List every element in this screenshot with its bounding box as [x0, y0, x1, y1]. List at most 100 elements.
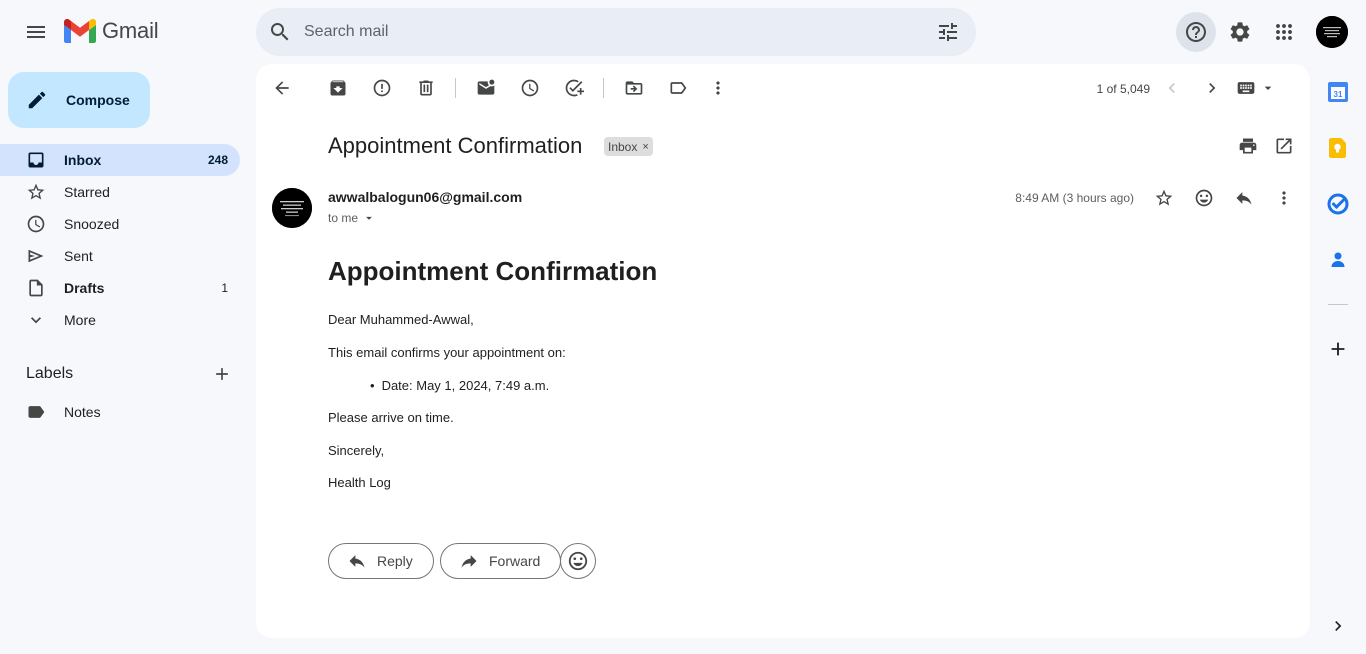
search-icon — [271, 23, 289, 41]
draft-count: 1 — [221, 281, 228, 295]
body-list-item: • Date: May 1, 2024, 7:49 a.m. — [370, 378, 549, 393]
report-icon — [373, 79, 391, 97]
compose-label: Compose — [66, 92, 130, 108]
move-to-button[interactable] — [618, 72, 650, 104]
search-input[interactable] — [304, 23, 924, 41]
snooze-button[interactable] — [514, 72, 546, 104]
archive-button[interactable] — [322, 72, 354, 104]
keep-app-button[interactable] — [1326, 136, 1350, 160]
contacts-app-button[interactable] — [1326, 248, 1350, 272]
sidebar-item-more[interactable]: More — [0, 304, 240, 336]
draft-icon — [26, 278, 46, 298]
body-signature: Health Log — [328, 475, 391, 490]
avatar-image — [272, 188, 312, 228]
add-to-tasks-button[interactable] — [558, 72, 590, 104]
settings-button[interactable] — [1220, 12, 1260, 52]
recipient-text: to me — [328, 211, 359, 225]
recipient-details-toggle[interactable]: to me — [328, 211, 376, 225]
message-more-button[interactable] — [1268, 182, 1300, 214]
toolbar-divider — [455, 78, 456, 98]
reply-button[interactable] — [1228, 182, 1260, 214]
chevron-down-icon — [26, 310, 46, 330]
support-button[interactable] — [1176, 12, 1216, 52]
google-apps-button[interactable] — [1264, 12, 1304, 52]
sidebar-item-snoozed[interactable]: Snoozed — [0, 208, 240, 240]
plus-icon — [216, 368, 228, 380]
sidebar-label-notes[interactable]: Notes — [0, 396, 240, 428]
keyboard-icon — [1237, 82, 1255, 94]
bullet-dot: • — [370, 378, 375, 393]
sidebar-item-inbox[interactable]: Inbox 248 — [0, 144, 240, 176]
send-icon — [26, 246, 46, 266]
label-outline-icon — [670, 82, 687, 94]
tasks-app-button[interactable] — [1326, 192, 1350, 216]
reply-icon — [349, 555, 365, 568]
forward-action-button[interactable]: Forward — [440, 543, 562, 579]
archive-icon — [330, 80, 346, 96]
labels-button[interactable] — [662, 72, 694, 104]
chevron-right-icon — [1335, 621, 1342, 631]
label-icon — [26, 402, 46, 422]
body-closing: Sincerely, — [328, 443, 385, 458]
sender-avatar[interactable] — [272, 188, 312, 228]
sidebar-item-label: More — [64, 312, 96, 328]
sidebar-item-label: Notes — [64, 404, 101, 420]
open-new-window-button[interactable] — [1268, 130, 1300, 162]
report-spam-button[interactable] — [366, 72, 398, 104]
emoji-reaction-button[interactable] — [560, 543, 596, 579]
body-greeting: Dear Muhammed-Awwal, — [328, 312, 474, 327]
calendar-app-button[interactable]: 31 — [1326, 80, 1350, 104]
older-button[interactable] — [1196, 72, 1228, 104]
dropdown-arrow-icon — [366, 216, 372, 220]
sidebar-item-sent[interactable]: Sent — [0, 240, 240, 272]
show-side-panel-button[interactable] — [1326, 614, 1350, 638]
sidebar-item-drafts[interactable]: Drafts 1 — [0, 272, 240, 304]
create-label-button[interactable] — [206, 358, 238, 390]
body-heading: Appointment Confirmation — [328, 256, 658, 286]
contacts-icon — [1331, 252, 1345, 267]
tune-icon — [939, 23, 957, 41]
add-reaction-button[interactable] — [1188, 182, 1220, 214]
more-vert-icon — [716, 81, 720, 95]
mark-unread-button[interactable] — [470, 72, 502, 104]
more-options-button[interactable] — [702, 72, 734, 104]
mark-unread-icon — [477, 79, 495, 95]
body-instruction: Please arrive on time. — [328, 410, 454, 425]
sender-email[interactable]: awwalbalogun06@gmail.com — [328, 189, 522, 205]
more-vert-icon — [1282, 191, 1286, 205]
reply-label: Reply — [377, 553, 413, 569]
print-all-button[interactable] — [1232, 130, 1264, 162]
search-options-button[interactable] — [924, 8, 972, 56]
forward-icon — [461, 555, 477, 568]
sidebar-item-starred[interactable]: Starred — [0, 176, 240, 208]
toolbar-divider — [603, 78, 604, 98]
remove-label-button[interactable]: × — [642, 141, 648, 153]
chevron-right-icon — [1209, 83, 1216, 93]
clock-icon — [521, 79, 539, 97]
labels-header: Labels — [26, 362, 240, 386]
help-icon — [1186, 22, 1206, 42]
newer-button[interactable] — [1156, 72, 1188, 104]
back-button[interactable] — [266, 72, 298, 104]
clock-icon — [26, 214, 46, 234]
emoji-icon — [568, 551, 588, 571]
get-addons-button[interactable] — [1322, 333, 1354, 365]
search-bar[interactable] — [256, 8, 976, 56]
account-avatar[interactable] — [1316, 16, 1348, 48]
reply-action-button[interactable]: Reply — [328, 543, 434, 579]
sidebar-item-label: Drafts — [64, 280, 105, 296]
star-icon — [26, 182, 46, 202]
delete-button[interactable] — [410, 72, 442, 104]
gmail-logo[interactable]: Gmail — [64, 18, 159, 44]
compose-button[interactable]: Compose — [8, 72, 150, 128]
sidebar-item-label: Starred — [64, 184, 110, 200]
unread-count: 248 — [207, 153, 228, 167]
tasks-icon — [1327, 193, 1349, 215]
reply-icon — [1236, 192, 1252, 205]
keep-icon — [1329, 138, 1346, 158]
search-button[interactable] — [256, 8, 304, 56]
star-button[interactable] — [1148, 182, 1180, 214]
main-menu-button[interactable] — [16, 12, 56, 52]
forward-label: Forward — [489, 553, 541, 569]
input-tools-button[interactable] — [1234, 76, 1278, 100]
